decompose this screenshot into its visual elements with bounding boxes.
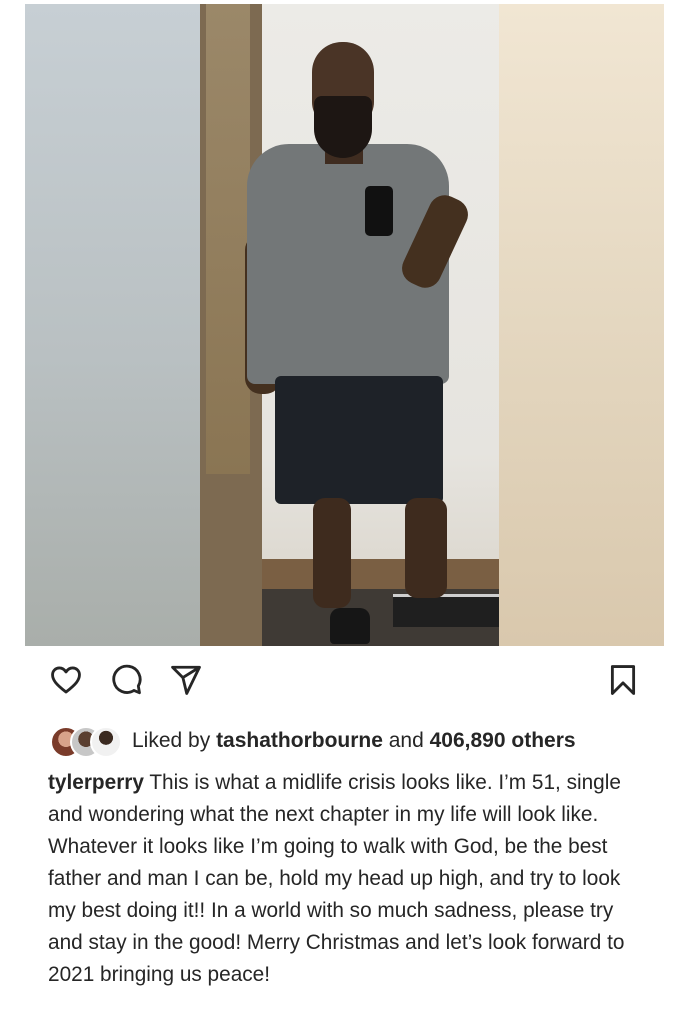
liker-username[interactable]: tashathorbourne	[216, 729, 383, 752]
avatar[interactable]	[90, 726, 122, 758]
comment-button[interactable]	[106, 660, 146, 700]
like-button[interactable]	[46, 660, 86, 700]
person-phone	[365, 186, 393, 236]
post-photo[interactable]	[25, 4, 664, 646]
paper-plane-icon	[171, 665, 201, 695]
person-right-leg	[405, 498, 447, 598]
save-button[interactable]	[603, 660, 643, 700]
photo-baseboard	[262, 559, 499, 589]
share-button[interactable]	[166, 660, 206, 700]
photo-blur-left	[25, 4, 200, 646]
person-beard	[314, 96, 372, 158]
likes-connector: and	[382, 729, 430, 752]
likes-count[interactable]: 406,890 others	[430, 729, 576, 752]
person-shoe	[330, 608, 370, 644]
bookmark-icon	[610, 665, 636, 695]
photo-blur-right	[499, 4, 664, 646]
likes-summary[interactable]: Liked by tashathorbourne and 406,890 oth…	[132, 729, 576, 753]
likes-prefix: Liked by	[132, 729, 217, 752]
action-bar	[0, 660, 689, 710]
caption-username[interactable]: tylerperry	[48, 771, 144, 794]
person-left-leg	[313, 498, 351, 608]
liker-avatars[interactable]	[50, 726, 126, 758]
photo-scale	[393, 594, 499, 627]
heart-icon	[51, 666, 81, 694]
likes-row: Liked by tashathorbourne and 406,890 oth…	[50, 725, 576, 758]
caption-text: This is what a midlife crisis looks like…	[48, 771, 625, 986]
person-shorts	[275, 376, 443, 504]
post-caption: tylerperry This is what a midlife crisis…	[48, 767, 652, 991]
comment-bubble-icon	[112, 664, 142, 695]
